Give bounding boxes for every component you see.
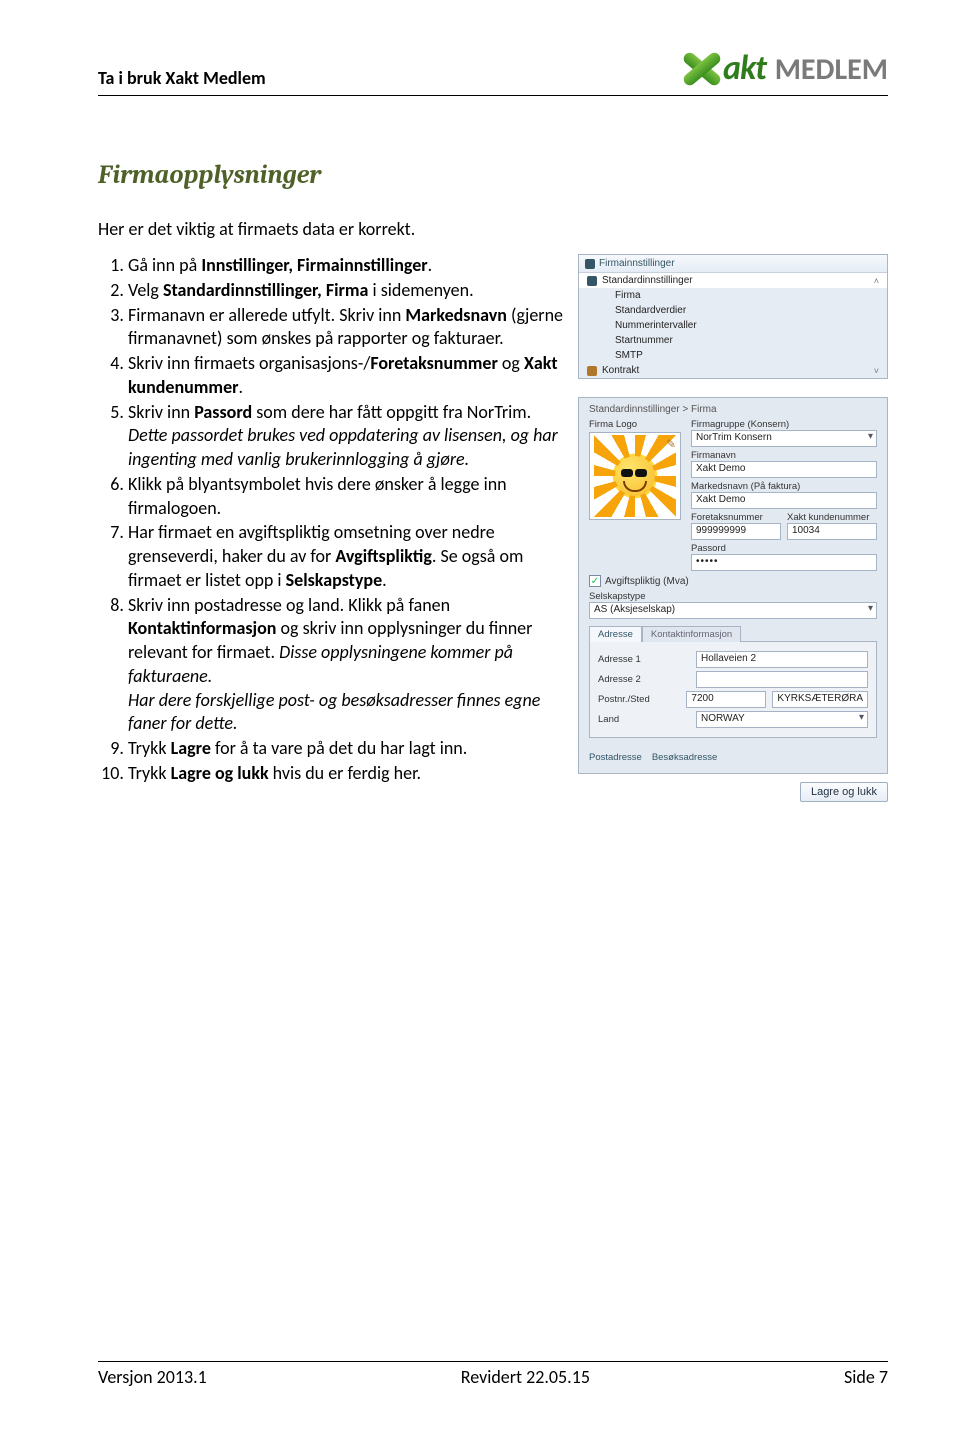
section-title: Firmaopplysninger [98,160,888,190]
save-close-button[interactable]: Lagre og lukk [800,782,888,802]
header-title: Ta i bruk Xakt Medlem [98,67,266,89]
folder-icon [587,276,597,286]
label-passord: Passord [691,543,877,554]
foretaksnummer-input[interactable]: 999999999 [691,523,781,540]
label-land: Land [598,714,690,725]
tree-item[interactable]: Nummerintervaller [579,318,887,333]
label-adresse2: Adresse 2 [598,674,690,685]
adresse2-input[interactable] [696,671,868,688]
gear-icon [585,259,595,269]
page-footer: Versjon 2013.1 Revidert 22.05.15 Side 7 [98,1361,888,1388]
chevron-down-icon: ˅ [874,366,879,376]
chevron-up-icon: ˄ [874,276,879,286]
step-3: Firmanavn er allerede utfylt. Skriv inn … [128,304,568,352]
tree-item[interactable]: SMTP [579,348,887,363]
label-firmanavn: Firmanavn [691,450,877,461]
step-10: Trykk Lagre og lukk hvis du er ferdig he… [128,762,568,786]
step-5: Skriv inn Passord som dere har fått oppg… [128,401,568,472]
label-postnr: Postnr./Sted [598,694,680,705]
sun-icon [604,445,666,507]
steps-list: Gå inn på Innstillinger, Firmainnstillin… [98,254,568,786]
footer-tab-postadresse[interactable]: Postadresse [589,752,642,763]
step-2: Velg Standardinnstillinger, Firma i side… [128,279,568,303]
brand-logo: akt MEDLEM [683,48,888,89]
breadcrumb: Standardinnstillinger > Firma [589,404,877,415]
settings-tree-panel: Firmainnstillinger Standardinnstillinger… [578,254,888,379]
label-selskapstype: Selskapstype [589,591,877,602]
instructions-column: Gå inn på Innstillinger, Firmainnstillin… [98,254,568,802]
tree-root[interactable]: Standardinnstillinger ˄ [579,273,887,288]
footer-version: Versjon 2013.1 [98,1366,207,1388]
selskapstype-select[interactable]: AS (Aksjeselskap) [589,602,877,619]
checkbox-checked-icon: ✓ [589,575,601,587]
screenshot-column: Firmainnstillinger Standardinnstillinger… [578,254,888,802]
lead-text: Her er det viktig at firmaets data er ko… [98,218,888,240]
panel-title: Firmainnstillinger [579,255,887,273]
xakt-kunde-input[interactable]: 10034 [787,523,877,540]
logo-x-icon [683,52,721,86]
step-8: Skriv inn postadresse og land. Klikk på … [128,594,568,737]
tree-item[interactable]: Standardverdier [579,303,887,318]
step-9: Trykk Lagre for å ta vare på det du har … [128,737,568,761]
pencil-icon[interactable]: ✎ [666,437,676,451]
label-markedsnavn: Markedsnavn (På faktura) [691,481,877,492]
tree-item[interactable]: Firma [579,288,887,303]
logo-text: akt MEDLEM [723,48,888,89]
step-6: Klikk på blyantsymbolet hvis dere ønsker… [128,473,568,521]
postnr-input[interactable]: 7200 [686,691,766,708]
firmanavn-input[interactable]: Xakt Demo [691,461,877,478]
footer-page: Side 7 [844,1366,888,1388]
sted-input[interactable]: KYRKSÆTERØRA [772,691,868,708]
markedsnavn-input[interactable]: Xakt Demo [691,492,877,509]
contract-icon [587,366,597,376]
page-header: Ta i bruk Xakt Medlem akt MEDLEM [98,48,888,96]
tree-kontrakt[interactable]: Kontrakt ˅ [579,363,887,378]
firmagruppe-select[interactable]: NorTrim Konsern [691,430,877,447]
logo-preview[interactable]: ✎ [589,432,681,520]
label-foretaksnummer: Foretaksnummer [691,512,781,523]
tab-kontakt[interactable]: Kontaktinformasjon [642,626,741,642]
passord-input[interactable]: ••••• [691,554,877,571]
footer-tab-besoksadresse[interactable]: Besøksadresse [652,752,717,763]
label-adresse1: Adresse 1 [598,654,690,665]
step-7: Har firmaet en avgiftspliktig omsetning … [128,521,568,592]
footer-revised: Revidert 22.05.15 [461,1366,590,1388]
step-1: Gå inn på Innstillinger, Firmainnstillin… [128,254,568,278]
land-select[interactable]: NORWAY [696,711,868,728]
label-xakt-kunde: Xakt kundenummer [787,512,877,523]
tab-adresse[interactable]: Adresse [589,626,642,642]
tree-item[interactable]: Startnummer [579,333,887,348]
adresse1-input[interactable]: Hollaveien 2 [696,651,868,668]
avgift-checkbox[interactable]: ✓ Avgiftspliktig (Mva) [589,575,877,587]
firma-form: Standardinnstillinger > Firma Firma Logo… [578,397,888,774]
step-4: Skriv inn firmaets organisasjons-/Foreta… [128,352,568,400]
label-firma-logo: Firma Logo [589,419,681,430]
label-firmagruppe: Firmagruppe (Konsern) [691,419,877,430]
